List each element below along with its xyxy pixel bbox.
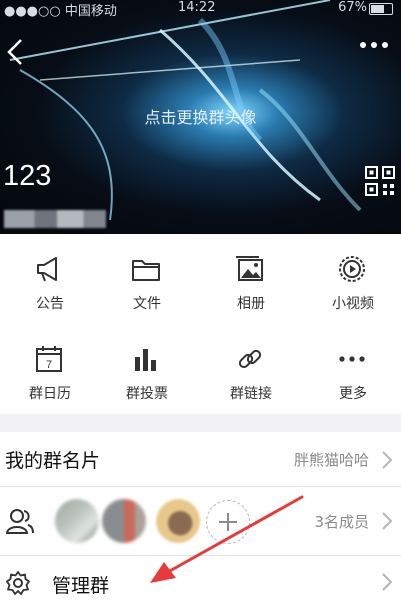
annotation-arrow: [150, 495, 304, 583]
